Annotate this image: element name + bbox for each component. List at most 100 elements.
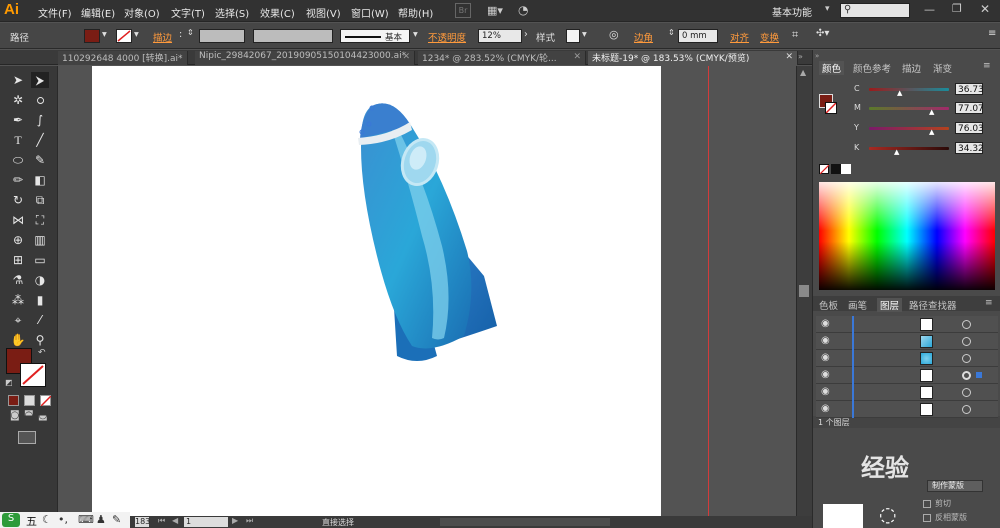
yellow-slider-thumb[interactable]: ▲ bbox=[929, 128, 934, 136]
gradient-tool-icon[interactable]: ▭ bbox=[31, 252, 49, 268]
magenta-slider-thumb[interactable]: ▲ bbox=[929, 108, 934, 116]
cyan-slider-thumb[interactable]: ▲ bbox=[897, 89, 902, 97]
none-swatch[interactable] bbox=[819, 164, 829, 174]
tab-color[interactable]: 颜色 bbox=[819, 61, 845, 75]
draw-normal-icon[interactable]: ◙ bbox=[10, 410, 20, 421]
black-slider-thumb[interactable]: ▲ bbox=[894, 148, 899, 156]
first-artboard-icon[interactable]: ⏮ bbox=[158, 516, 165, 526]
line-segment-tool-icon[interactable]: ╱ bbox=[31, 132, 49, 148]
curvature-tool-icon[interactable]: ∫ bbox=[31, 112, 49, 128]
close-tab-icon[interactable]: ✕ bbox=[402, 52, 410, 62]
magenta-slider[interactable] bbox=[869, 107, 949, 110]
artboard[interactable] bbox=[92, 66, 661, 516]
fill-dropdown-icon[interactable]: ▾ bbox=[102, 29, 107, 40]
target-circle[interactable] bbox=[962, 405, 971, 414]
control-panel-menu-icon[interactable]: ≡ bbox=[988, 28, 996, 39]
black-swatch[interactable] bbox=[831, 164, 841, 174]
draw-inside-icon[interactable]: ◛ bbox=[38, 410, 48, 421]
yellow-slider[interactable] bbox=[869, 127, 949, 130]
visibility-eye-icon[interactable]: ◉ bbox=[821, 336, 831, 346]
tab-layers[interactable]: 图层 bbox=[877, 298, 903, 312]
target-circle[interactable] bbox=[962, 337, 971, 346]
width-tool-icon[interactable]: ⋈ bbox=[9, 212, 27, 228]
default-fill-stroke-icon[interactable]: ◩ bbox=[5, 378, 13, 387]
stroke-weight-stepper[interactable]: ⇕ bbox=[187, 28, 194, 37]
menu-effect[interactable]: 效果(C) bbox=[260, 5, 295, 20]
column-graph-tool-icon[interactable]: ▮ bbox=[31, 292, 49, 308]
menu-edit[interactable]: 编辑(E) bbox=[81, 5, 115, 20]
zoom-tool-icon[interactable]: ⚲ bbox=[31, 332, 49, 348]
black-slider[interactable] bbox=[869, 147, 949, 150]
lasso-tool-icon[interactable]: ഠ bbox=[31, 92, 49, 108]
vertical-scrollbar[interactable]: ▲ bbox=[796, 66, 812, 528]
ime-mode-label[interactable]: 五 bbox=[26, 513, 37, 528]
magic-wand-tool-icon[interactable]: ✲ bbox=[9, 92, 27, 108]
clip-checkbox[interactable] bbox=[923, 500, 931, 508]
stroke-weight-input[interactable] bbox=[199, 29, 245, 43]
paintbrush-tool-icon[interactable]: ✎ bbox=[31, 152, 49, 168]
visibility-eye-icon[interactable]: ◉ bbox=[821, 387, 831, 397]
visibility-eye-icon[interactable]: ◉ bbox=[821, 370, 831, 380]
transform-link[interactable]: 变换 bbox=[760, 30, 779, 44]
isolate-object-icon[interactable]: ⌗ bbox=[792, 28, 798, 42]
tab-document-2[interactable]: Nipic_29842067_20190905150104423000.ai* … bbox=[195, 51, 415, 65]
panel-menu-icon[interactable]: ≡ bbox=[983, 61, 991, 71]
skin-icon[interactable]: ♟ bbox=[96, 513, 106, 526]
corner-stepper[interactable]: ⇕ bbox=[668, 28, 675, 37]
tab-document-1[interactable]: 110292648 4000 [转换].ai* bbox=[58, 51, 188, 65]
color-spectrum[interactable] bbox=[819, 182, 995, 290]
symbol-sprayer-tool-icon[interactable]: ⁂ bbox=[9, 292, 27, 308]
horizontal-scrollbar[interactable] bbox=[440, 518, 610, 526]
next-artboard-icon[interactable]: ▶ bbox=[232, 516, 238, 525]
eraser-tool-icon[interactable]: ◧ bbox=[31, 172, 49, 188]
eyedropper-tool-icon[interactable]: ⚗ bbox=[9, 272, 27, 288]
ime-logo-icon[interactable]: S bbox=[2, 513, 20, 527]
fill-swatch[interactable] bbox=[84, 29, 100, 43]
ellipse-tool-icon[interactable]: ⬭ bbox=[9, 152, 27, 168]
direct-selection-tool-icon[interactable]: ⮞ bbox=[31, 72, 49, 88]
previous-artboard-icon[interactable]: ◀ bbox=[172, 516, 178, 525]
target-circle-selected[interactable] bbox=[962, 371, 971, 380]
close-tab-icon[interactable]: ✕ bbox=[573, 52, 581, 62]
minimize-button[interactable]: — bbox=[924, 3, 935, 16]
close-window-button[interactable]: ✕ bbox=[980, 2, 990, 16]
tab-brushes[interactable]: 画笔 bbox=[848, 298, 867, 312]
white-swatch[interactable] bbox=[841, 164, 851, 174]
menu-window[interactable]: 窗口(W) bbox=[351, 5, 389, 20]
black-value-input[interactable]: 34.32 bbox=[955, 142, 984, 154]
gradient-mode-button[interactable] bbox=[24, 395, 35, 406]
menu-object[interactable]: 对象(O) bbox=[124, 5, 160, 20]
workspace-dropdown-icon[interactable]: ▾ bbox=[825, 4, 830, 14]
cyan-value-input[interactable]: 36.73 bbox=[955, 83, 984, 95]
graphic-style-swatch[interactable] bbox=[566, 29, 580, 43]
variable-width-profile[interactable] bbox=[253, 29, 333, 43]
corner-radius-input[interactable]: 0 mm bbox=[678, 29, 718, 43]
restore-button[interactable]: ❐ bbox=[952, 2, 962, 15]
menu-view[interactable]: 视图(V) bbox=[306, 5, 341, 20]
menu-help[interactable]: 帮助(H) bbox=[398, 5, 433, 20]
color-mode-button[interactable] bbox=[8, 395, 19, 406]
corner-label-link[interactable]: 边角 bbox=[634, 30, 653, 44]
tab-stroke[interactable]: 描边 bbox=[902, 61, 921, 75]
brush-definition-select[interactable]: 基本 bbox=[340, 29, 410, 43]
layers-panel-menu-icon[interactable]: ≡ bbox=[985, 298, 993, 308]
type-tool-icon[interactable]: T bbox=[9, 132, 27, 148]
artboard-number-input[interactable]: 1 bbox=[184, 517, 228, 527]
tab-gradient[interactable]: 渐变 bbox=[933, 61, 952, 75]
layer-row-selected[interactable]: ◉ bbox=[816, 367, 998, 384]
layer-row[interactable]: ◉ bbox=[816, 401, 998, 418]
visibility-eye-icon[interactable]: ◉ bbox=[821, 353, 831, 363]
layer-row[interactable]: ◉ bbox=[816, 384, 998, 401]
make-mask-button[interactable]: 制作蒙版 bbox=[927, 480, 983, 492]
style-dropdown-icon[interactable]: ▾ bbox=[582, 29, 587, 40]
stroke-color-box[interactable] bbox=[20, 363, 46, 387]
perspective-grid-tool-icon[interactable]: ▥ bbox=[31, 232, 49, 248]
mesh-tool-icon[interactable]: ⊞ bbox=[9, 252, 27, 268]
shape-builder-tool-icon[interactable]: ⊕ bbox=[9, 232, 27, 248]
vertical-guide[interactable] bbox=[708, 66, 709, 516]
punctuation-icon[interactable]: •, bbox=[58, 513, 68, 526]
stroke-swatch-none[interactable] bbox=[116, 29, 132, 43]
opacity-dropdown-icon[interactable]: › bbox=[524, 29, 528, 40]
scale-tool-icon[interactable]: ⧉ bbox=[31, 192, 49, 208]
target-circle[interactable] bbox=[962, 354, 971, 363]
